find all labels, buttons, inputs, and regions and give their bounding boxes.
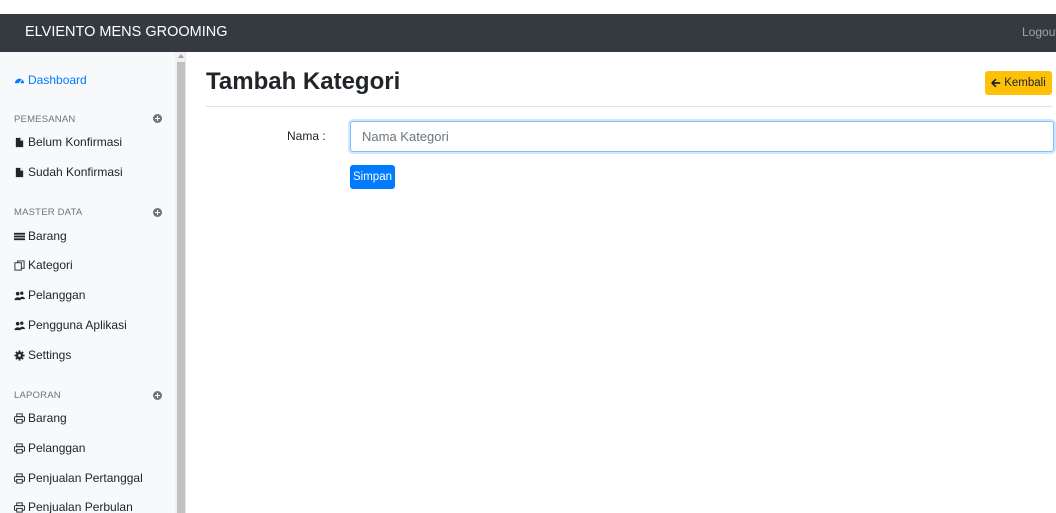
- sidebar-item-settings[interactable]: Settings: [14, 348, 71, 362]
- sidebar-item-laporan-pelanggan[interactable]: Pelanggan: [14, 441, 85, 455]
- sidebar-item-label: Pengguna Aplikasi: [28, 318, 127, 332]
- sidebar-item-label: Dashboard: [28, 73, 87, 87]
- users-icon: [14, 321, 25, 330]
- sidebar-item-label: Barang: [28, 229, 67, 243]
- sidebar-item-kategori[interactable]: Kategori: [14, 258, 73, 272]
- users-icon: [14, 291, 25, 300]
- print-icon: [14, 501, 25, 513]
- print-icon: [14, 442, 25, 454]
- sidebar-item-sudah-konfirmasi[interactable]: Sudah Konfirmasi: [14, 165, 123, 179]
- top-navbar: ELVIENTO MENS GROOMING Logout: [0, 14, 1056, 52]
- sidebar-item-label: Sudah Konfirmasi: [28, 165, 123, 179]
- sidebar-item-label: Belum Konfirmasi: [28, 135, 123, 149]
- category-name-input[interactable]: [350, 121, 1054, 152]
- file-icon: [15, 167, 24, 177]
- plus-circle-icon[interactable]: [153, 391, 162, 400]
- section-heading-pemesanan: PEMESANAN: [14, 114, 76, 125]
- dashboard-icon: [14, 78, 25, 84]
- print-icon: [14, 472, 25, 484]
- plus-circle-icon[interactable]: [153, 208, 162, 217]
- list-icon: [14, 232, 25, 240]
- page-title: Tambah Kategori: [206, 68, 401, 95]
- sidebar-item-penjualan-perbulan[interactable]: Penjualan Perbulan: [14, 500, 133, 513]
- sidebar-item-label: Pelanggan: [28, 441, 86, 455]
- scroll-up-arrow-icon[interactable]: [178, 54, 184, 58]
- sidebar-item-dashboard[interactable]: Dashboard: [14, 73, 87, 87]
- copy-icon: [14, 259, 25, 271]
- file-icon: [15, 137, 24, 147]
- section-heading-master-data: MASTER DATA: [14, 207, 83, 218]
- sidebar-item-pengguna-aplikasi[interactable]: Pengguna Aplikasi: [14, 318, 127, 332]
- brand-title[interactable]: ELVIENTO MENS GROOMING: [25, 24, 228, 40]
- print-icon: [14, 412, 25, 424]
- sidebar-item-pelanggan[interactable]: Pelanggan: [14, 288, 85, 302]
- section-heading-laporan: LAPORAN: [14, 390, 61, 401]
- sidebar-item-barang[interactable]: Barang: [14, 229, 67, 243]
- logout-link[interactable]: Logout: [1022, 25, 1056, 39]
- sidebar-item-label: Penjualan Perbulan: [28, 500, 133, 513]
- sidebar-item-belum-konfirmasi[interactable]: Belum Konfirmasi: [14, 135, 122, 149]
- sidebar-item-penjualan-pertanggal[interactable]: Penjualan Pertanggal: [14, 471, 143, 485]
- header-divider: [206, 106, 1052, 107]
- back-button-label: Kembali: [1004, 77, 1046, 89]
- back-button[interactable]: Kembali: [985, 71, 1052, 95]
- sidebar-item-label: Pelanggan: [28, 288, 86, 302]
- sidebar: Dashboard PEMESANAN Belum Konfirmasi Sud…: [0, 52, 186, 513]
- sidebar-item-label: Penjualan Pertanggal: [28, 471, 143, 485]
- sidebar-item-label: Settings: [28, 348, 72, 362]
- save-button[interactable]: Simpan: [350, 165, 395, 189]
- sidebar-item-laporan-barang[interactable]: Barang: [14, 411, 67, 425]
- sidebar-item-label: Barang: [28, 411, 67, 425]
- plus-circle-icon[interactable]: [153, 114, 162, 123]
- sidebar-item-label: Kategori: [28, 258, 73, 272]
- sidebar-scrollbar-thumb[interactable]: [177, 62, 185, 513]
- arrow-left-icon: [991, 78, 1001, 88]
- name-label: Nama :: [287, 129, 326, 143]
- gear-icon: [14, 349, 25, 361]
